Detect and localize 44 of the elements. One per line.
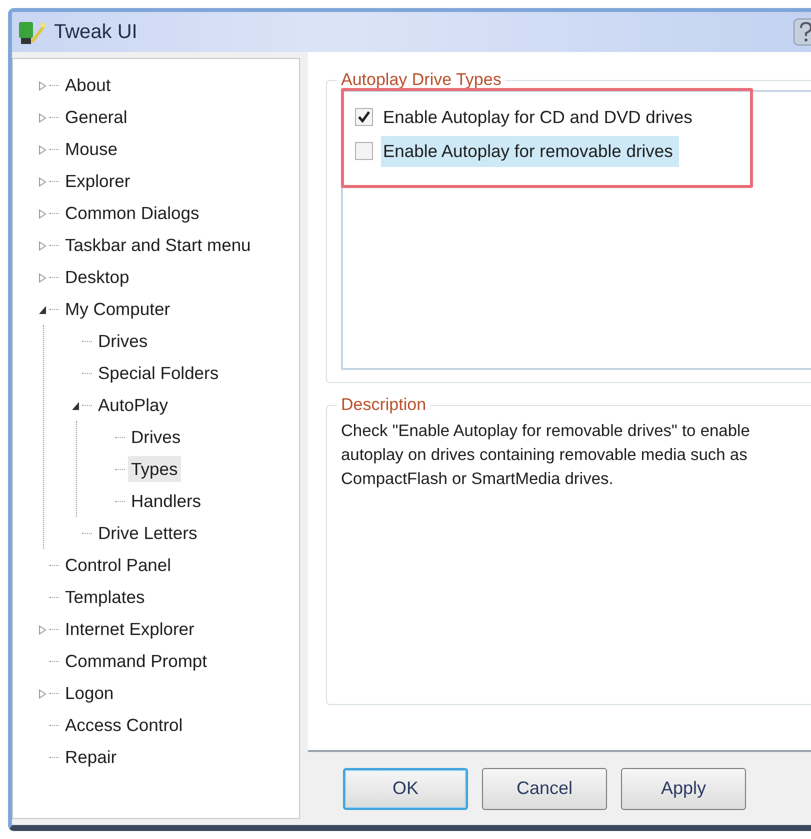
expand-arrow-icon[interactable] xyxy=(38,240,46,251)
checkbox[interactable] xyxy=(355,142,373,160)
tree-item[interactable]: Control Panel xyxy=(62,552,174,578)
tree-item[interactable]: General xyxy=(62,104,130,130)
tree-item[interactable]: Drives xyxy=(95,328,151,354)
expand-arrow-icon[interactable] xyxy=(38,208,46,219)
tree-item[interactable]: Command Prompt xyxy=(62,648,210,674)
tree-item[interactable]: Drive Letters xyxy=(95,520,200,546)
tree-item[interactable]: Mouse xyxy=(62,136,121,162)
collapse-arrow-icon[interactable] xyxy=(38,304,46,315)
tree-item[interactable]: Taskbar and Start menu xyxy=(62,232,254,258)
window-title: Tweak UI xyxy=(54,20,138,45)
tree-item[interactable]: Access Control xyxy=(62,712,186,738)
tree-item[interactable]: Repair xyxy=(62,744,120,770)
dialog-button[interactable]: Cancel xyxy=(482,768,607,810)
tree-item[interactable]: Logon xyxy=(62,680,117,706)
expand-arrow-icon[interactable] xyxy=(38,688,46,699)
dialog-button[interactable]: Apply xyxy=(621,768,746,810)
tree-item[interactable]: Handlers xyxy=(128,488,204,514)
checkbox-label[interactable]: Enable Autoplay for removable drives xyxy=(381,136,679,167)
expand-arrow-icon[interactable] xyxy=(38,112,46,123)
tree-item[interactable]: Drives xyxy=(128,424,184,450)
description-text: Check "Enable Autoplay for removable drives" to enable autoplay on drives containing removable media such as CompactFlash or SmartMedia drives. xyxy=(341,420,751,490)
expand-arrow-icon[interactable] xyxy=(38,144,46,155)
tree-item[interactable]: AutoPlay xyxy=(95,392,172,418)
dialog-button[interactable]: OK xyxy=(343,768,468,810)
group-title: Autoplay Drive Types xyxy=(340,70,502,90)
collapse-arrow-icon[interactable] xyxy=(70,400,80,411)
tree-item[interactable]: Explorer xyxy=(62,168,134,194)
tree-item[interactable]: Desktop xyxy=(62,264,132,290)
expand-arrow-icon[interactable] xyxy=(38,272,46,283)
checkbox-label[interactable]: Enable Autoplay for CD and DVD drives xyxy=(381,102,698,133)
tree-item[interactable]: Common Dialogs xyxy=(62,200,202,226)
tree-item[interactable]: My Computer xyxy=(62,296,174,322)
expand-arrow-icon[interactable] xyxy=(38,80,46,91)
checkbox[interactable] xyxy=(355,108,373,126)
group-title: Description xyxy=(340,395,428,416)
tree-item[interactable]: Types xyxy=(128,456,181,482)
expand-arrow-icon[interactable] xyxy=(38,176,46,187)
tree-item[interactable]: Internet Explorer xyxy=(62,616,198,642)
expand-arrow-icon[interactable] xyxy=(38,624,46,635)
tree-item[interactable]: About xyxy=(62,72,114,98)
tree-item[interactable]: Templates xyxy=(62,584,148,610)
tree-item[interactable]: Special Folders xyxy=(95,360,222,386)
